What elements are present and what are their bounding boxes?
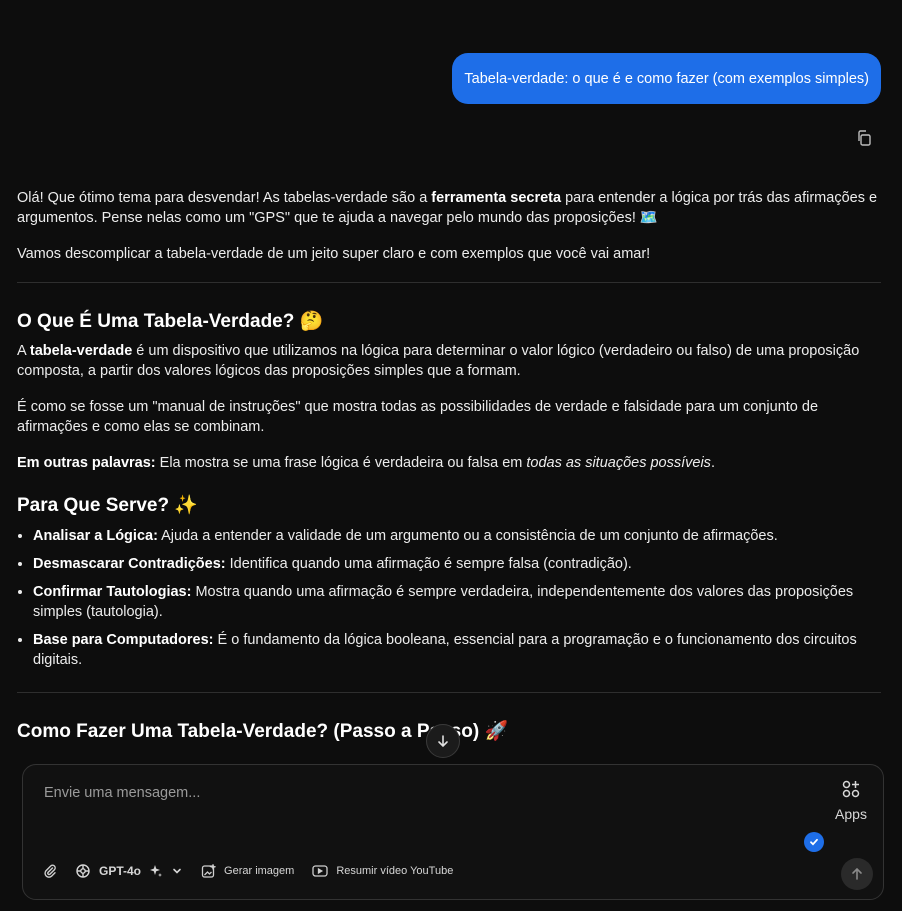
intro-text: Olá! Que ótimo tema para desvendar! As t… (17, 190, 432, 206)
list-item: Base para Computadores: É o fundamento d… (33, 630, 881, 670)
model-icon (76, 864, 90, 878)
composer-toolbar: GPT-4o Gerar imagem Resumir vídeo YouTub… (43, 863, 471, 879)
generate-image-button[interactable]: Gerar imagem (201, 863, 295, 879)
send-button[interactable] (841, 858, 873, 890)
apps-label: Apps (835, 806, 867, 822)
model-label: GPT-4o (99, 864, 142, 878)
what-text-cont: é um dispositivo que utilizamos na lógic… (17, 343, 860, 379)
what-paragraph-3: Em outras palavras: Ela mostra se uma fr… (17, 453, 881, 473)
summarize-youtube-label: Resumir vídeo YouTube (336, 865, 454, 877)
thinking-emoji-icon: 🤔 (299, 310, 324, 332)
message-input[interactable] (42, 783, 806, 827)
intro-bold: ferramenta secreta (431, 190, 562, 206)
list-item-title: Desmascarar Contradições: (33, 556, 226, 572)
heading-what-is-text: O Que É Uma Tabela-Verdade? (17, 311, 295, 332)
what-p3-italic: todas as situações possíveis (526, 455, 711, 471)
scroll-to-bottom-button[interactable] (426, 724, 460, 758)
attach-button[interactable] (43, 864, 57, 878)
paperclip-icon (44, 864, 56, 878)
image-gen-icon (201, 863, 217, 878)
list-item: Analisar a Lógica: Ajuda a entender a va… (33, 526, 881, 546)
chevron-down-icon (173, 868, 181, 874)
youtube-icon (312, 865, 328, 877)
user-message-text: Tabela-verdade: o que é e como fazer (co… (464, 70, 869, 87)
arrow-up-icon (852, 867, 862, 880)
rocket-emoji-icon: 🚀 (484, 720, 509, 742)
copy-icon[interactable] (856, 130, 874, 148)
sparkle-icon (150, 865, 163, 877)
intro-paragraph-1: Olá! Que ótimo tema para desvendar! As t… (17, 188, 881, 228)
what-bold: tabela-verdade (29, 343, 133, 359)
what-p3-text: Ela mostra se uma frase lógica é verdade… (155, 455, 527, 471)
list-item: Desmascarar Contradições: Identifica qua… (33, 554, 881, 574)
apps-button[interactable]: Apps (831, 779, 871, 822)
list-item: Confirmar Tautologias: Mostra quando uma… (33, 582, 881, 622)
sparkles-emoji-icon: ✨ (174, 494, 199, 516)
heading-what-is: O Que É Uma Tabela-Verdade? 🤔 (17, 309, 881, 334)
user-message-bubble: Tabela-verdade: o que é e como fazer (co… (452, 53, 881, 104)
generate-image-label: Gerar imagem (224, 865, 295, 877)
intro-paragraph-2: Vamos descomplicar a tabela-verdade de u… (17, 246, 651, 262)
divider (17, 692, 881, 693)
what-paragraph-2: É como se fosse um "manual de instruções… (17, 399, 819, 435)
in-other-words-bold: Em outras palavras: (17, 455, 156, 471)
list-item-title: Confirmar Tautologias: (33, 584, 192, 600)
apps-icon (842, 780, 860, 798)
purpose-list: Analisar a Lógica: Ajuda a entender a va… (17, 526, 881, 670)
heading-how-to-text: Como Fazer Uma Tabela-Verdade? (Passo a … (17, 721, 480, 742)
check-icon (804, 832, 824, 852)
divider (17, 282, 881, 283)
list-item-text: Ajuda a entender a validade de um argume… (157, 528, 778, 544)
assistant-answer: Olá! Que ótimo tema para desvendar! As t… (17, 188, 881, 744)
map-emoji-icon: 🗺️ (639, 210, 658, 226)
heading-purpose-text: Para Que Serve? (17, 495, 170, 516)
what-paragraph-1: A tabela-verdade é um dispositivo que ut… (17, 341, 881, 381)
arrow-down-icon (438, 735, 448, 748)
list-item-text: Identifica quando uma afirmação é sempre… (225, 556, 632, 572)
list-item-title: Base para Computadores: (33, 632, 214, 648)
model-selector[interactable]: GPT-4o (75, 863, 183, 879)
what-p3-end: . (710, 455, 715, 471)
message-composer: Apps GPT-4o Gerar imagem (22, 764, 884, 900)
list-item-title: Analisar a Lógica: (33, 528, 158, 544)
what-text: A (17, 343, 30, 359)
summarize-youtube-button[interactable]: Resumir vídeo YouTube (312, 864, 453, 878)
heading-purpose: Para Que Serve? ✨ (17, 493, 881, 518)
